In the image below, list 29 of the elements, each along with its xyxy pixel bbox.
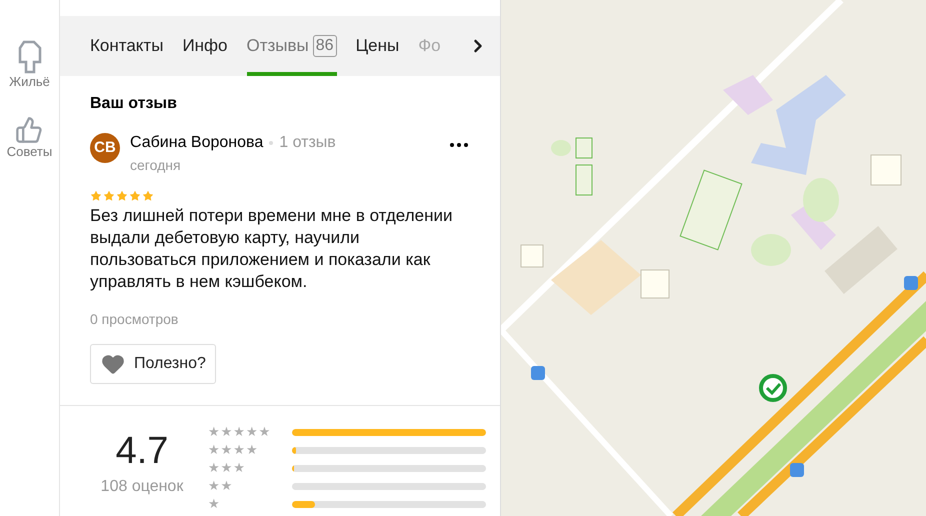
views-count: 0 просмотров (90, 310, 180, 329)
review-date: сегодня (130, 156, 182, 175)
star-icon (103, 190, 115, 202)
star-icon (142, 190, 154, 202)
count-badge: 86 (312, 35, 337, 57)
tab[interactable]: Контакты (90, 16, 164, 76)
star-label: ★ (208, 497, 221, 512)
star-icon (90, 190, 102, 202)
rating-count: 108 оценок (100, 477, 184, 497)
review-text: Без лишней потери времени мне в отделении выдали дебетовую карту, научили пользоваться приложением и показали как управлять в нем кэшбеком. (90, 205, 454, 293)
star-icon (129, 190, 141, 202)
tab[interactable]: Отзывы 86 (246, 16, 337, 76)
review-count: 1 отзыв (279, 133, 336, 153)
sidebar-label[interactable]: Жильё (9, 74, 50, 90)
star-label: ★★★★★ (208, 425, 272, 440)
star-label: ★★★ (208, 461, 246, 476)
helpful-button[interactable]: Полезно? (90, 344, 216, 384)
tab[interactable]: Инфо (182, 16, 228, 76)
thumbs-up-icon (15, 116, 44, 144)
rating-score: 4.7 (116, 431, 168, 471)
star-label: ★★★★ (208, 443, 259, 458)
star-label: ★★ (208, 479, 234, 494)
more-icon[interactable] (450, 143, 468, 147)
section-heading: Ваш отзыв (90, 94, 178, 114)
avatar: СВ (90, 133, 120, 163)
sidebar-label[interactable]: Советы (6, 144, 52, 160)
tab[interactable]: Цены (356, 16, 400, 76)
star-icon (116, 190, 128, 202)
author-name[interactable]: Сабина Воронова (130, 131, 264, 155)
